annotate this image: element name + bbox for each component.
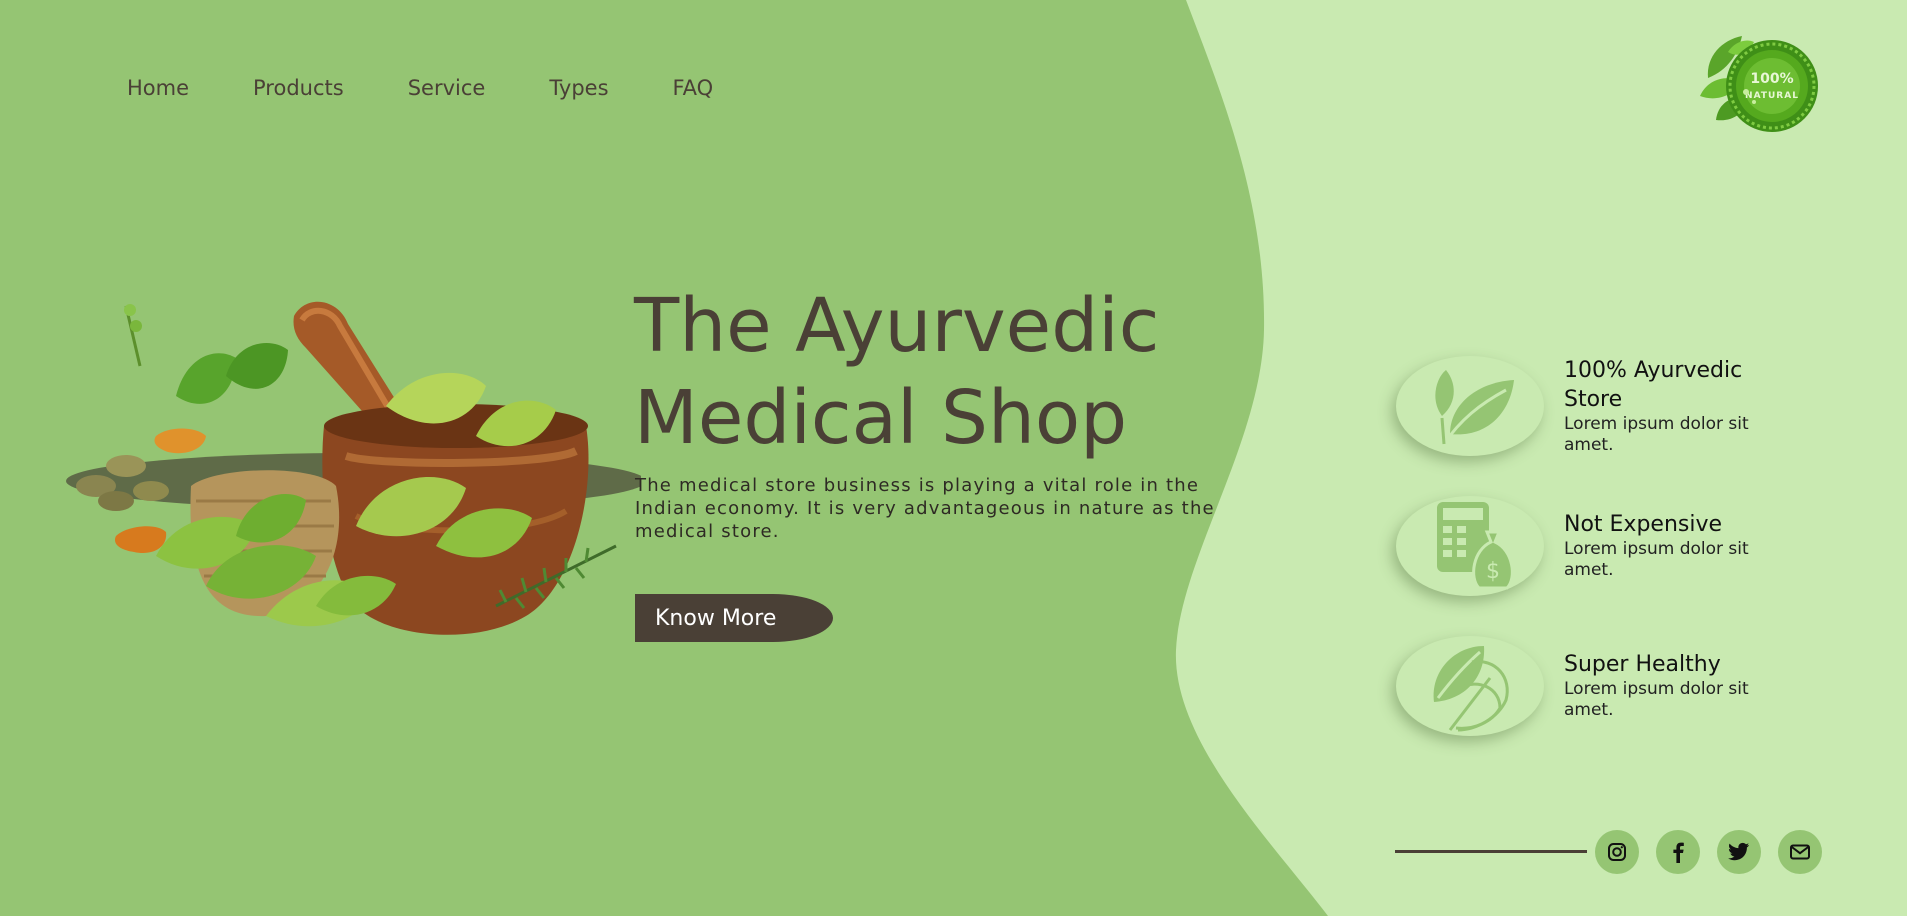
herbs-icon [1433, 646, 1509, 732]
nav-types[interactable]: Types [549, 76, 608, 100]
instagram-link[interactable] [1595, 830, 1639, 874]
nav-faq[interactable]: FAQ [673, 76, 714, 100]
feature-not-expensive: $ Not Expensive Lorem ipsum dolor sit am… [1396, 496, 1774, 596]
logo-bottom-text: NATURAL [1745, 91, 1799, 101]
hero-herbs-mortar-image [66, 301, 641, 635]
hero-title-line2: Medical Shop [634, 375, 1128, 461]
leaf-icon [1435, 370, 1514, 445]
twitter-icon [1728, 842, 1750, 861]
hero-title: The Ayurvedic Medical Shop [634, 280, 1159, 464]
feature-description: Lorem ipsum dolor sit amet. [1564, 679, 1749, 720]
feature-icon-circle: $ [1396, 496, 1544, 596]
feature-text: Super Healthy Lorem ipsum dolor sit amet… [1564, 636, 1774, 721]
facebook-icon [1673, 842, 1684, 863]
nav-service[interactable]: Service [408, 76, 486, 100]
feature-title: Not Expensive [1564, 512, 1723, 537]
calculator-money-icon: $ [1437, 502, 1514, 590]
instagram-icon [1608, 843, 1626, 861]
twitter-link[interactable] [1717, 830, 1761, 874]
know-more-button[interactable]: Know More [635, 594, 833, 642]
feature-description: Lorem ipsum dolor sit amet. [1564, 539, 1749, 580]
social-divider-line [1395, 850, 1587, 853]
feature-text: Not Expensive Lorem ipsum dolor sit amet… [1564, 496, 1774, 581]
feature-icon-circle [1396, 636, 1544, 736]
feature-icon-circle [1396, 356, 1544, 456]
main-nav: Home Products Service Types FAQ [127, 76, 777, 100]
mail-icon [1790, 844, 1810, 860]
svg-text:$: $ [1486, 559, 1500, 584]
nav-products[interactable]: Products [253, 76, 344, 100]
nav-home[interactable]: Home [127, 76, 189, 100]
feature-title: 100% Ayurvedic Store [1564, 358, 1743, 412]
feature-description: Lorem ipsum dolor sit amet. [1564, 414, 1749, 455]
feature-super-healthy: Super Healthy Lorem ipsum dolor sit amet… [1396, 636, 1774, 736]
feature-ayurvedic-store: 100% Ayurvedic Store Lorem ipsum dolor s… [1396, 356, 1774, 456]
natural-badge-logo: 100% NATURAL [1700, 36, 1818, 132]
feature-text: 100% Ayurvedic Store Lorem ipsum dolor s… [1564, 356, 1774, 456]
feature-title: Super Healthy [1564, 652, 1721, 677]
hero-title-line1: The Ayurvedic [634, 283, 1160, 369]
logo-top-text: 100% [1750, 71, 1793, 87]
hero-description: The medical store business is playing a … [635, 475, 1215, 542]
facebook-link[interactable] [1656, 830, 1700, 874]
email-link[interactable] [1778, 830, 1822, 874]
